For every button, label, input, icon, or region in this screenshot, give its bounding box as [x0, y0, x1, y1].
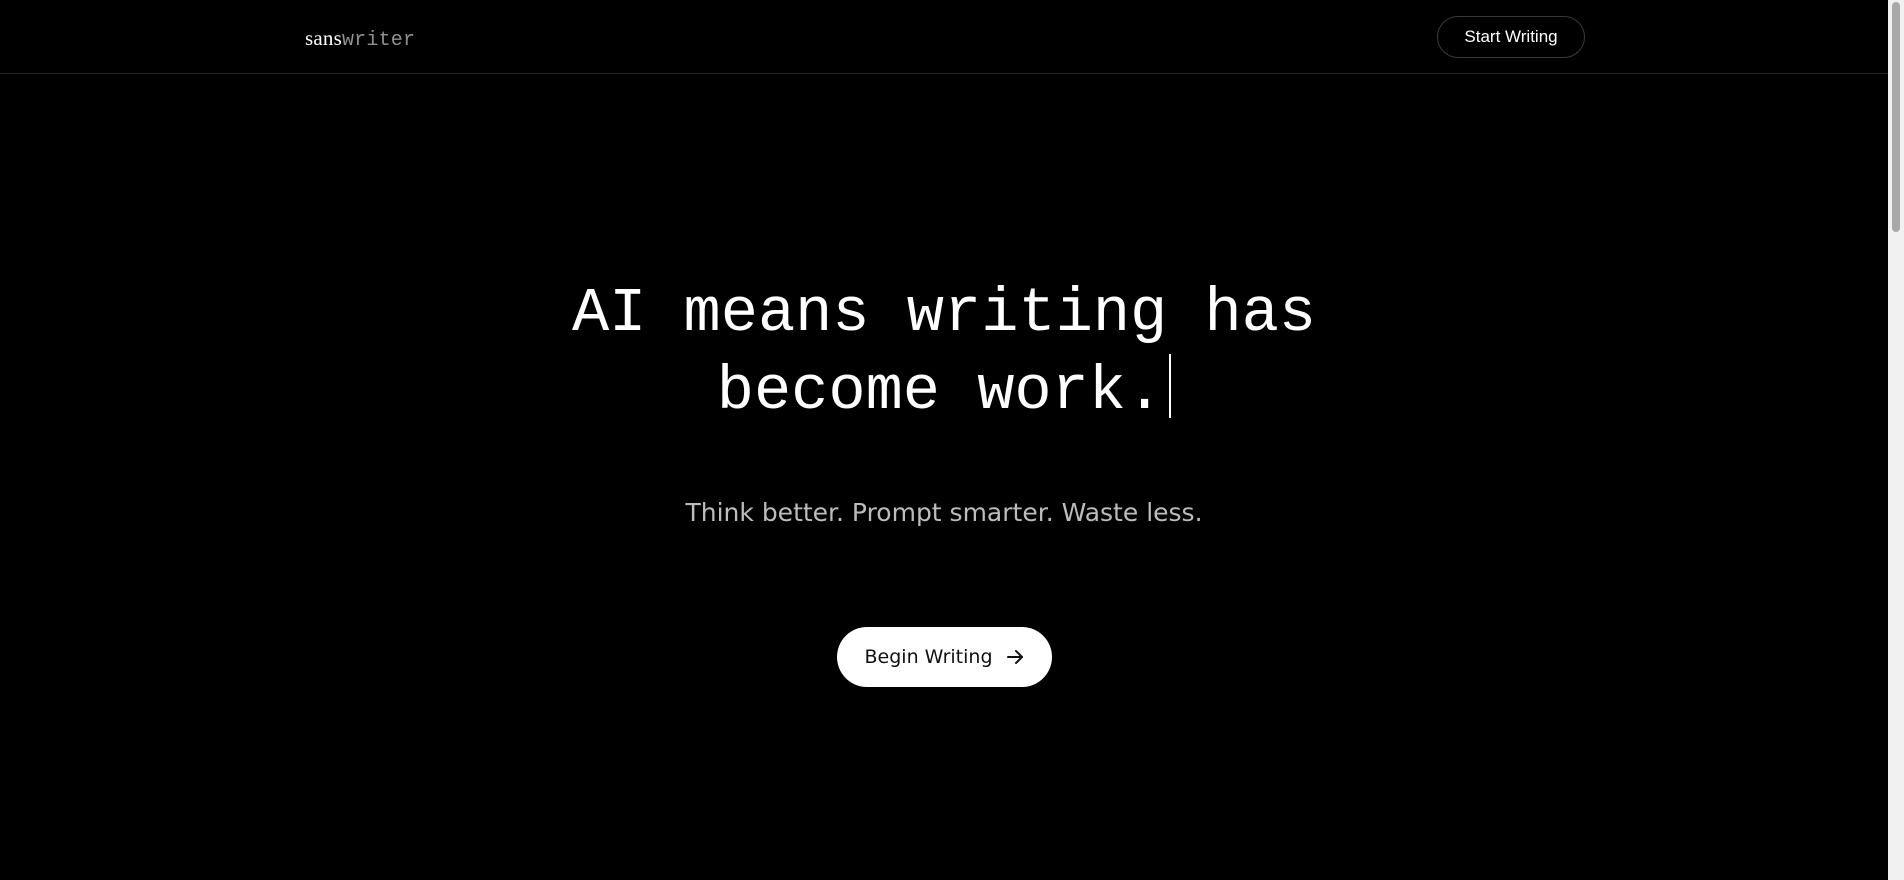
- vertical-scrollbar[interactable]: [1888, 0, 1904, 880]
- logo-sans: sans: [305, 26, 342, 50]
- arrow-right-icon: [1005, 647, 1025, 667]
- text-cursor: [1169, 354, 1172, 418]
- headline-line-2: become work.: [716, 356, 1164, 427]
- start-writing-button[interactable]: Start Writing: [1437, 16, 1585, 58]
- hero-tagline: Think better. Prompt smarter. Waste less…: [685, 498, 1203, 527]
- hero-section: AI means writing has become work.: [0, 275, 1888, 431]
- top-nav: sanswriter Start Writing: [0, 0, 1888, 74]
- headline-line-1: AI means writing has: [571, 278, 1317, 349]
- logo[interactable]: sanswriter: [305, 25, 415, 54]
- begin-writing-label: Begin Writing: [864, 646, 993, 668]
- landing-page: sanswriter Start Writing AI means writin…: [0, 0, 1904, 880]
- scrollbar-thumb[interactable]: [1892, 2, 1900, 232]
- begin-writing-button[interactable]: Begin Writing: [837, 627, 1052, 687]
- logo-writer: writer: [341, 29, 416, 52]
- hero-headline: AI means writing has become work.: [0, 275, 1888, 431]
